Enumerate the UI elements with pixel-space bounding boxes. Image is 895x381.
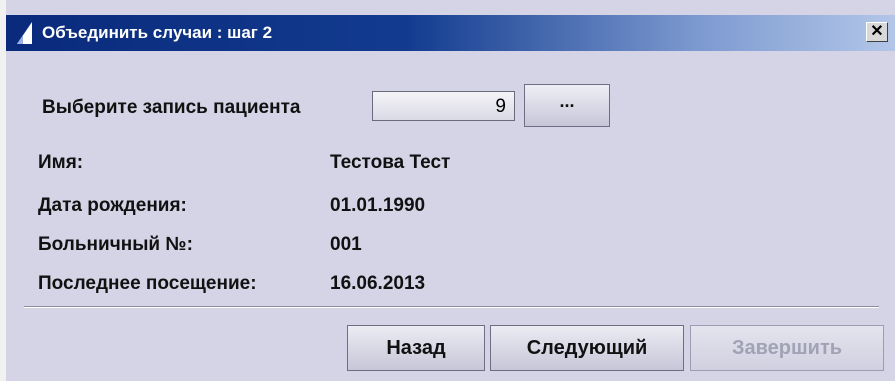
dob-value: 01.01.1990 (330, 195, 426, 216)
name-label: Имя: (38, 152, 84, 173)
dob-label: Дата рождения: (38, 195, 187, 216)
patient-record-input[interactable] (372, 91, 515, 121)
title-bar[interactable]: Объединить случаи : шаг 2 ✕ (6, 15, 895, 51)
merge-cases-dialog (0, 0, 895, 381)
close-icon: ✕ (870, 23, 884, 40)
last-visit-value: 16.06.2013 (330, 273, 426, 294)
last-visit-label: Последнее посещение: (38, 273, 257, 294)
select-patient-label: Выберите запись пациента (42, 97, 301, 118)
name-value: Тестова Тест (330, 152, 451, 173)
window-icon (17, 22, 32, 44)
hospital-number-label: Больничный №: (38, 234, 193, 255)
dialog-title: Объединить случаи : шаг 2 (42, 23, 273, 42)
close-button[interactable]: ✕ (866, 22, 888, 42)
next-button[interactable]: Следующий (490, 325, 684, 371)
back-button[interactable]: Назад (347, 325, 485, 371)
finish-button[interactable]: Завершить (690, 325, 884, 371)
browse-patient-button[interactable]: ... (524, 84, 610, 127)
footer-separator (24, 306, 879, 308)
hospital-number-value: 001 (330, 234, 362, 255)
